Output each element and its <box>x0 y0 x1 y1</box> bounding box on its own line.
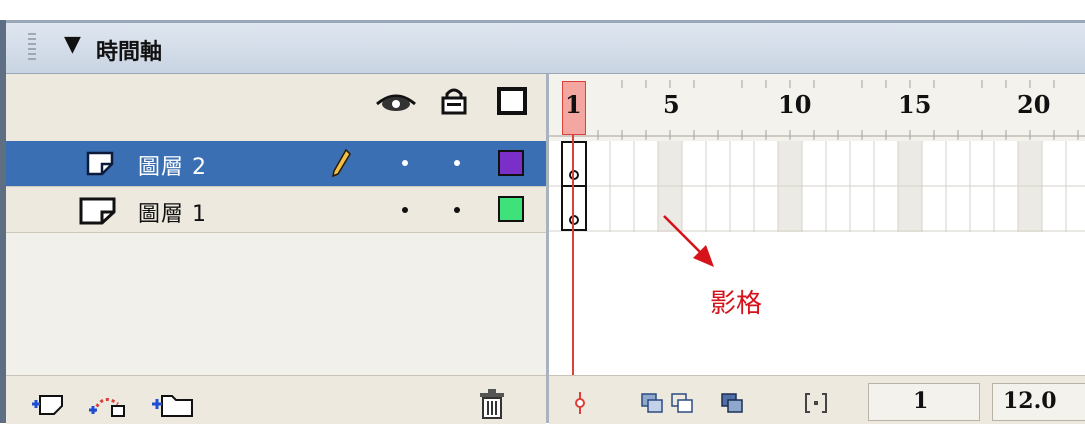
timeline-titlebar[interactable] <box>6 23 1085 74</box>
panel-title: 時間軸 <box>96 40 163 65</box>
onion-skin-icon[interactable] <box>640 392 664 414</box>
modify-onion-markers-icon[interactable] <box>804 392 828 414</box>
edit-multiple-frames-icon[interactable] <box>720 392 744 414</box>
lock-icon[interactable] <box>440 86 468 116</box>
ruler-label: 5 <box>663 90 680 119</box>
visibility-dot[interactable] <box>402 207 408 213</box>
timeline-panel: ▼ 時間軸 圖層 2 圖層 1 1 5 10 15 20 影格 1 12.0 <box>0 0 1085 424</box>
layer-type-icon <box>86 151 114 176</box>
ruler-label: 10 <box>778 90 812 119</box>
ruler-label: 1 <box>565 90 582 119</box>
layer-color-swatch[interactable] <box>498 196 524 222</box>
add-motion-guide-icon[interactable] <box>88 390 126 418</box>
lock-dot[interactable] <box>454 207 460 213</box>
layer-type-icon <box>79 197 116 225</box>
ruler-ticks <box>549 80 1085 140</box>
timeline-empty-area[interactable] <box>549 232 1085 375</box>
frame-cells[interactable] <box>549 141 1085 232</box>
frame-annotation: 影格 <box>710 289 763 319</box>
center-frame-icon[interactable] <box>568 392 592 414</box>
trash-icon[interactable] <box>478 388 506 420</box>
collapse-arrow-icon[interactable]: ▼ <box>64 32 81 57</box>
layer-name[interactable]: 圖層 1 <box>138 196 207 228</box>
current-frame-field: 1 <box>868 383 980 421</box>
add-layer-folder-icon[interactable] <box>150 390 196 418</box>
frame-rate-field: 12.0 <box>992 383 1085 421</box>
onion-skin-outlines-icon[interactable] <box>670 392 694 414</box>
drag-grip-icon[interactable] <box>28 33 36 61</box>
layer-color-swatch[interactable] <box>498 150 524 176</box>
ruler-label: 20 <box>1017 90 1051 119</box>
outline-icon[interactable] <box>496 86 528 116</box>
eye-icon[interactable] <box>374 86 418 116</box>
pencil-icon <box>331 148 351 178</box>
ruler-label: 15 <box>898 90 932 119</box>
annotation-arrow <box>663 215 714 267</box>
frame-rate-value: 12.0 <box>1003 388 1057 414</box>
visibility-dot[interactable] <box>402 160 408 166</box>
layers-toolbar <box>6 375 546 424</box>
current-frame-value: 1 <box>913 388 929 414</box>
add-layer-icon[interactable] <box>30 392 66 418</box>
playhead-line <box>572 134 574 375</box>
lock-dot[interactable] <box>454 160 460 166</box>
layer-name[interactable]: 圖層 2 <box>138 149 207 181</box>
